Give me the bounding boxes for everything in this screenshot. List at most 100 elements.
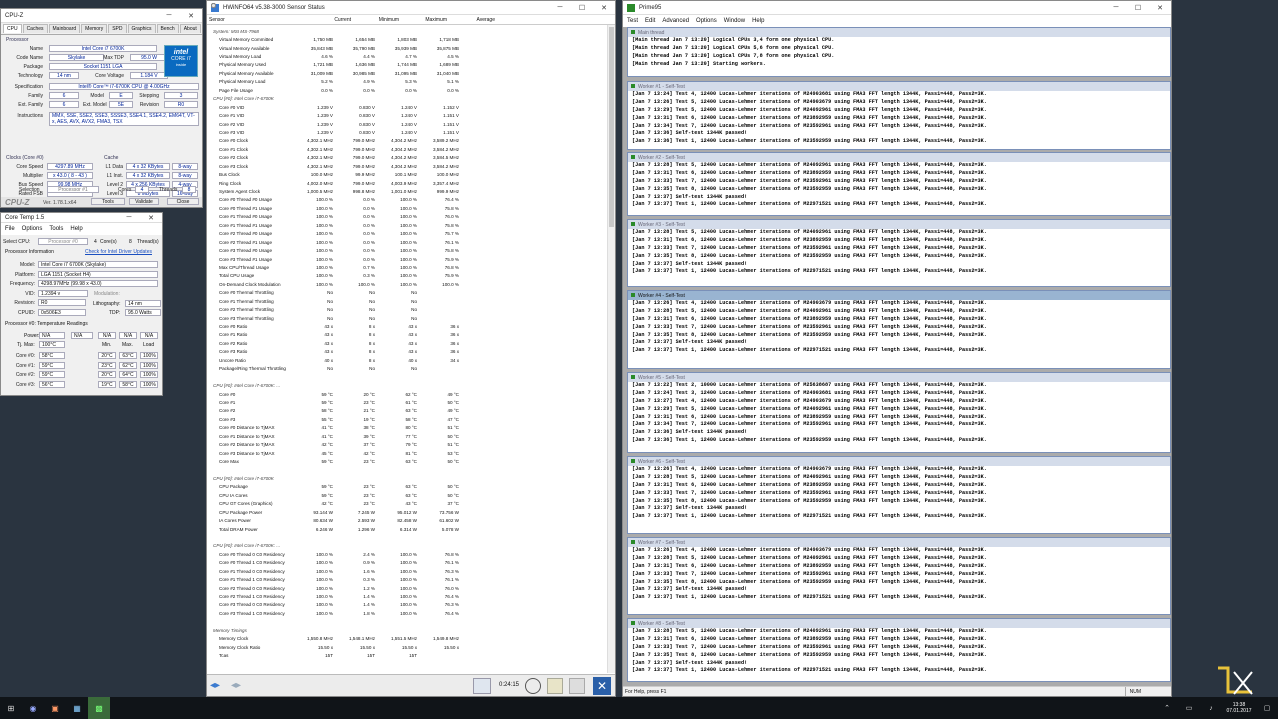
sensor-row[interactable]: Ring Clock 4,002.0 MHz 799.0 MHz 4,003.9 MH…: [207, 3, 463, 187]
worker-window-title[interactable]: Worker #6 - Self-Test: [628, 457, 1170, 466]
sensor-row[interactable]: Total CPU Usage 100.0 % 0.3 % 100.0 % 75.9 %: [207, 3, 463, 280]
sensor-row[interactable]: Core #0 VID 1.239 V 0.830 V 1.240 V 1.152 V: [207, 3, 463, 111]
col-minimum[interactable]: Minimum: [355, 17, 403, 23]
tab-mainboard[interactable]: Mainboard: [48, 24, 81, 33]
menu-options[interactable]: Options: [696, 18, 717, 24]
worker-window[interactable]: Worker #5 - Self-Test [Jan 7 13:22] Test …: [627, 372, 1171, 453]
sensor-section-header[interactable]: [207, 533, 463, 541]
sensor-row[interactable]: CPU GT Cores (Graphics) 42 °C 23 °C 43 °C 37…: [207, 3, 463, 508]
maximize-icon[interactable]: ☐: [1127, 4, 1149, 12]
sensor-row[interactable]: Core #1 Thread 0 C0 Residency 100.0 % 1.6 …: [207, 3, 463, 575]
sensor-row[interactable]: Total DRAM Power 6.246 W 1.296 W 6.314 W 5.0…: [207, 3, 463, 533]
clock-icon[interactable]: [525, 678, 541, 694]
worker-window[interactable]: Worker #4 - Self-Test [Jan 7 13:26] Test …: [627, 290, 1171, 369]
close-button[interactable]: Close: [167, 198, 199, 205]
sensor-row[interactable]: Core #0 Thread 1 C0 Residency 100.0 % 0.9 …: [207, 3, 463, 567]
close-icon[interactable]: ✕: [180, 12, 202, 20]
worker-window-title[interactable]: Worker #1 - Self-Test: [628, 82, 1170, 91]
tools-button[interactable]: Tools: [91, 198, 125, 205]
close-icon[interactable]: ✕: [140, 214, 162, 222]
worker-window[interactable]: Worker #6 - Self-Test [Jan 7 13:26] Test …: [627, 456, 1171, 534]
driver-update-link[interactable]: Check for Intel Driver Updates: [85, 249, 152, 255]
sensor-row[interactable]: Core #3 Thread #1 Usage 100.0 % 0.0 % 100.0…: [207, 3, 463, 263]
sensor-row[interactable]: Tcas 15T 15T 15T: [207, 3, 463, 659]
sensor-row[interactable]: Core #2 Distance to TjMAX 42 °C 37 °C 79 °C…: [207, 3, 463, 448]
sensor-row[interactable]: Core #1 Thread #0 Usage 100.0 % 0.0 % 100.0…: [207, 3, 463, 221]
sensor-row[interactable]: Core #3 Clock 4,302.1 MHz 799.0 MHz 4,304.2…: [207, 3, 463, 170]
tab-about[interactable]: About: [179, 24, 201, 33]
sensor-row[interactable]: Core #2 Thermal Throttling No No No: [207, 3, 463, 313]
sensor-row[interactable]: Core #0 Thread #1 Usage 100.0 % 0.0 % 100.0…: [207, 3, 463, 212]
sensor-row[interactable]: Core #0 Clock 4,302.1 MHz 799.0 MHz 4,304.2…: [207, 3, 463, 145]
sensor-row[interactable]: Physical Memory Available 31,009 MB 30,985…: [207, 3, 463, 77]
network-icon[interactable]: [473, 678, 491, 694]
sensor-row[interactable]: Bus Clock 100.0 MHz 99.9 MHz 100.1 MHz 100.0…: [207, 3, 463, 178]
sensor-section-header[interactable]: CPU [#0]: Intel Core i7-6700K: [207, 95, 463, 103]
tab-spd[interactable]: SPD: [108, 24, 127, 33]
report-icon[interactable]: [547, 678, 563, 694]
sensor-row[interactable]: Uncore Ratio 40 x 8 x 40 x 34 x: [207, 3, 463, 364]
worker-window-title[interactable]: Worker #7 - Self-Test: [628, 538, 1170, 547]
sensor-section-header[interactable]: CPU [#0]: Intel Core i7-6700K: ...: [207, 542, 463, 550]
menu-edit[interactable]: Edit: [645, 18, 655, 24]
sensor-row[interactable]: Core #1 Thermal Throttling No No No: [207, 3, 463, 305]
taskbar-app-prime95-icon[interactable]: ▩: [88, 697, 110, 719]
worker-window[interactable]: Worker #7 - Self-Test [Jan 7 13:26] Test …: [627, 537, 1171, 615]
tab-caches[interactable]: Caches: [22, 24, 48, 33]
sensor-row[interactable]: Memory Clock Ratio 15.50 x 15.50 x 15.50 x 1…: [207, 3, 463, 651]
sensor-row[interactable]: Physical Memory Used 1,721 MB 1,636 MB 1,74…: [207, 3, 463, 69]
sensor-row[interactable]: Core #0 Thread #0 Usage 100.0 % 0.0 % 100.0…: [207, 3, 463, 204]
sensor-row[interactable]: Core #0 Thermal Throttling No No No: [207, 3, 463, 297]
minimize-icon[interactable]: ─: [1105, 4, 1127, 11]
menu-file[interactable]: File: [5, 226, 15, 232]
sensor-row[interactable]: Core #2 VID 1.239 V 0.830 V 1.240 V 1.151 V: [207, 3, 463, 128]
sensor-row[interactable]: Core #2 58 °C 21 °C 63 °C 49 °C: [207, 3, 463, 415]
sensor-row[interactable]: Physical Memory Load 5.2 % 4.9 % 5.3 % 5.1 %: [207, 3, 463, 86]
sensor-row[interactable]: Max CPU/Thread Usage 100.0 % 0.7 % 100.0 % 7…: [207, 3, 463, 271]
menu-advanced[interactable]: Advanced: [662, 18, 689, 24]
menu-help[interactable]: Help: [70, 226, 82, 232]
sensor-row[interactable]: Memory Clock 1,550.8 MHz 1,548.1 MHz 1,551.…: [207, 3, 463, 643]
cpuz-titlebar[interactable]: CPU-Z ─ ✕: [1, 9, 202, 23]
taskbar-clock[interactable]: 13:38 07.01.2017: [1222, 702, 1256, 714]
tab-cpu[interactable]: CPU: [3, 24, 22, 33]
hwinfo-scrollbar[interactable]: [607, 25, 615, 673]
sensor-row[interactable]: Virtual Memory Available 35,843 MB 35,790 …: [207, 3, 463, 52]
taskbar-app-coretemp-icon[interactable]: ▦: [66, 697, 88, 719]
scrollbar-thumb[interactable]: [609, 27, 614, 227]
sensor-row[interactable]: Core #3 VID 1.239 V 0.830 V 1.240 V 1.151 V: [207, 3, 463, 136]
taskbar-app-cpuz-icon[interactable]: ▣: [44, 697, 66, 719]
sensor-row[interactable]: Core #0 Ratio 43 x 8 x 43 x 36 x: [207, 3, 463, 330]
minimize-icon[interactable]: ─: [549, 4, 571, 11]
worker-window[interactable]: Worker #2 - Self-Test [Jan 7 13:28] Test …: [627, 152, 1171, 216]
col-average[interactable]: Average: [451, 17, 499, 23]
menu-window[interactable]: Window: [724, 18, 745, 24]
sensor-row[interactable]: Page File Usage 0.0 % 0.0 % 0.0 % 0.0 %: [207, 3, 463, 94]
sensor-row[interactable]: Core #1 VID 1.239 V 0.830 V 1.240 V 1.151 V: [207, 3, 463, 119]
sensor-row[interactable]: Core #1 Thread #1 Usage 100.0 % 0.0 % 100.0…: [207, 3, 463, 229]
sensor-row[interactable]: Core #2 Thread 0 C0 Residency 100.0 % 1.2 …: [207, 3, 463, 592]
worker-window-title[interactable]: Main thread: [628, 28, 1170, 37]
worker-window[interactable]: Worker #1 - Self-Test [Jan 7 13:24] Test …: [627, 81, 1171, 150]
sensor-row[interactable]: Core #0 59 °C 20 °C 62 °C 49 °C: [207, 3, 463, 398]
minimize-icon[interactable]: ─: [118, 214, 140, 221]
sensor-section-header[interactable]: System: MSI MS-7968: [207, 27, 463, 35]
menu-help[interactable]: Help: [752, 18, 764, 24]
nav-right-icon[interactable]: ◂▸: [231, 680, 241, 691]
worker-window[interactable]: Worker #8 - Self-Test [Jan 7 13:28] Test …: [627, 618, 1171, 682]
sensor-row[interactable]: CPU Package 59 °C 23 °C 63 °C 50 °C: [207, 3, 463, 491]
worker-window-title[interactable]: Worker #3 - Self-Test: [628, 220, 1170, 229]
close-icon[interactable]: ✕: [1149, 4, 1171, 12]
sensor-row[interactable]: IA Cores Power 80.634 W 2.593 W 82.458 W 61.…: [207, 3, 463, 524]
nav-left-icon[interactable]: ◂▸: [210, 680, 220, 691]
sensor-row[interactable]: CPU IA Cores 59 °C 23 °C 63 °C 50 °C: [207, 3, 463, 499]
network-tray-icon[interactable]: ▭: [1178, 697, 1200, 719]
sensor-section-header[interactable]: CPU [#0]: Intel Core i7-6700K: [207, 474, 463, 482]
volume-tray-icon[interactable]: ♪: [1200, 697, 1222, 719]
sensor-row[interactable]: Core #2 Clock 4,302.1 MHz 799.0 MHz 4,304.2…: [207, 3, 463, 162]
sensor-row[interactable]: Core #1 59 °C 23 °C 61 °C 50 °C: [207, 3, 463, 406]
close-icon[interactable]: ✕: [593, 4, 615, 12]
worker-window-title[interactable]: Worker #4 - Self-Test: [628, 291, 1170, 300]
sensor-row[interactable]: On-Demand Clock Modulation 100.0 % 100.0 %…: [207, 3, 463, 288]
col-maximum[interactable]: Maximum: [403, 17, 451, 23]
